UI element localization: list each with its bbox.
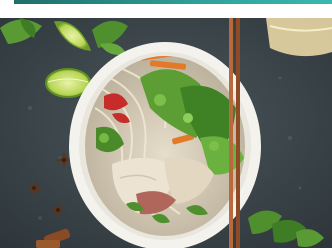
- spice-corner: [36, 240, 60, 248]
- top-accent-band: [14, 0, 332, 4]
- food-photo: [0, 18, 332, 248]
- glass-jar: [266, 18, 332, 57]
- chopstick-1: [229, 18, 233, 248]
- chopstick-2: [236, 18, 240, 248]
- noodle-bowl-image: [0, 18, 332, 248]
